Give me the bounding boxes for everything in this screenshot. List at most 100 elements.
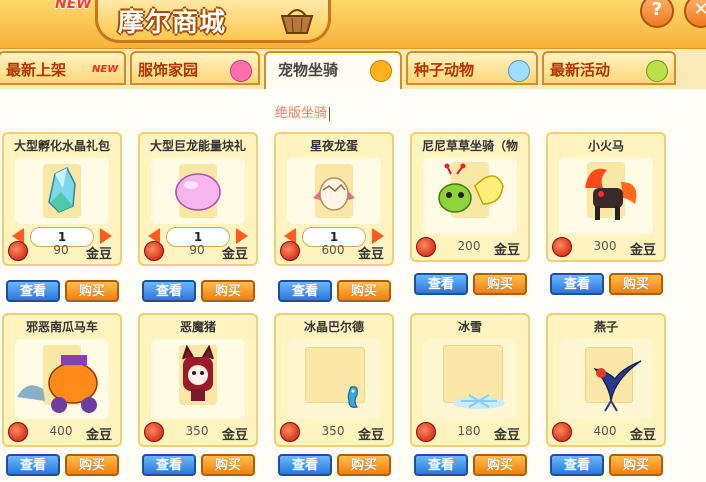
price: 600 — [321, 243, 345, 257]
view-button[interactable]: 查看 — [278, 454, 332, 476]
view-button[interactable]: 查看 — [550, 454, 604, 476]
product-name: 星夜龙蛋 — [309, 139, 358, 153]
currency-label: 金豆 — [86, 247, 113, 262]
view-button[interactable]: 查看 — [414, 273, 468, 295]
product-card: 冰晶巴尔德 350 金豆 — [274, 313, 394, 447]
view-button[interactable]: 查看 — [278, 280, 332, 302]
buy-button[interactable]: 购买 — [337, 454, 391, 476]
buy-button[interactable]: 购买 — [609, 273, 663, 295]
price-row: 90 金豆 — [6, 241, 118, 262]
demon-pig-icon — [179, 344, 217, 405]
pink-egg-icon — [175, 164, 221, 218]
currency-label: 金豆 — [494, 243, 521, 258]
product-image-box — [15, 158, 109, 224]
view-button[interactable]: 查看 — [142, 454, 196, 476]
buy-button[interactable]: 购买 — [65, 280, 119, 302]
product-image-box — [151, 339, 245, 419]
tab-seeds-animals[interactable]: 种子动物 — [406, 51, 538, 85]
product-image-box — [423, 339, 517, 419]
product-image-box — [559, 339, 653, 419]
gold-bean-icon — [144, 422, 164, 442]
product-name: 大型巨龙能量块礼 — [149, 139, 246, 153]
price-row: 600 金豆 — [278, 241, 390, 262]
price-row: 90 金豆 — [142, 241, 254, 262]
product-name: 邪恶南瓜马车 — [25, 320, 98, 334]
product-name: 恶魔猪 — [179, 320, 216, 334]
tab-pet-mounts[interactable]: 宠物坐骑 — [264, 51, 402, 89]
buy-button[interactable]: 购买 — [337, 280, 391, 302]
tab-new-arrivals[interactable]: 最新上架 NEW — [0, 51, 126, 85]
price-row: 400 金豆 — [550, 422, 662, 443]
product-image-box — [287, 339, 381, 419]
ice-seahorse-icon — [347, 386, 358, 408]
gold-bean-icon — [416, 422, 436, 442]
price: 400 — [593, 424, 617, 438]
tab-label: 宠物坐骑 — [278, 61, 339, 79]
view-button[interactable]: 查看 — [414, 454, 468, 476]
gold-bean-icon — [280, 241, 300, 261]
product-image-box — [151, 158, 245, 224]
help-button[interactable]: ? — [640, 0, 674, 28]
tab-label: 种子动物 — [414, 61, 475, 79]
view-button[interactable]: 查看 — [142, 280, 196, 302]
price-row: 350 金豆 — [278, 422, 390, 443]
category-tabs: 最新上架 NEW 服饰家园 宠物坐骑 种子动物 最新活动 — [0, 49, 706, 89]
currency-label: 金豆 — [358, 247, 385, 262]
close-button[interactable]: ✕ — [684, 0, 706, 28]
currency-label: 金豆 — [630, 243, 657, 258]
price-row: 180 金豆 — [414, 422, 526, 443]
product-card: 燕子 400 金豆 — [546, 313, 666, 447]
product-card: 恶魔猪 350 金豆 — [138, 313, 258, 447]
subtitle-text: 绝版坐骑 — [275, 106, 328, 121]
buy-button[interactable]: 购买 — [201, 280, 255, 302]
gold-bean-icon — [8, 241, 28, 261]
product-card: 大型孵化水晶礼包 1 90 金豆 — [2, 132, 122, 266]
text-caret — [329, 106, 331, 121]
pumpkin-carriage-icon — [17, 345, 98, 413]
buy-button[interactable]: 购买 — [65, 454, 119, 476]
buy-button[interactable]: 购买 — [609, 454, 663, 476]
buy-button[interactable]: 购买 — [473, 454, 527, 476]
price-row: 300 金豆 — [550, 237, 662, 258]
buy-button[interactable]: 购买 — [201, 454, 255, 476]
tab-label: 服饰家园 — [138, 61, 199, 79]
price: 300 — [593, 239, 617, 253]
currency-label: 金豆 — [222, 428, 249, 443]
paw-icon — [370, 60, 392, 82]
snowflake-icon — [453, 394, 505, 409]
product-card: 星夜龙蛋 1 600 金豆 — [274, 132, 394, 266]
tab-label: 最新上架 — [6, 61, 67, 79]
product-name: 尼尼草草坐骑（物 — [421, 139, 518, 153]
view-button[interactable]: 查看 — [6, 454, 60, 476]
view-button[interactable]: 查看 — [6, 280, 60, 302]
gold-bean-icon — [280, 422, 300, 442]
price: 90 — [189, 243, 205, 257]
product-name: 小火马 — [587, 139, 624, 153]
price-row: 400 金豆 — [6, 422, 118, 443]
new-badge-icon: NEW — [92, 64, 119, 75]
product-image-box — [15, 339, 109, 419]
butterfly-mount-icon — [438, 162, 504, 218]
shop-header: NEW 摩尔商城 ? ✕ — [0, 0, 706, 51]
product-name: 冰晶巴尔德 — [303, 320, 364, 334]
basket-icon — [280, 9, 314, 34]
buy-button[interactable]: 购买 — [473, 273, 527, 295]
blue-bubble-icon — [508, 60, 530, 82]
gold-bean-icon — [144, 241, 164, 261]
price: 400 — [49, 424, 73, 438]
product-name: 冰雪 — [457, 320, 482, 334]
gold-bean-icon — [416, 237, 436, 257]
currency-label: 金豆 — [222, 247, 249, 262]
product-image-box — [287, 158, 381, 224]
swallow-icon — [593, 360, 642, 412]
pink-gift-icon — [230, 60, 252, 82]
view-button[interactable]: 查看 — [550, 273, 604, 295]
tab-latest-events[interactable]: 最新活动 — [542, 51, 676, 85]
product-card: 邪恶南瓜马车 400 金豆 — [2, 313, 122, 447]
product-name: 燕子 — [593, 320, 618, 334]
tab-clothing-home[interactable]: 服饰家园 — [130, 51, 260, 85]
price: 90 — [53, 243, 69, 257]
gold-bean-icon — [552, 237, 572, 257]
product-card: 冰雪 180 金豆 — [410, 313, 530, 447]
currency-label: 金豆 — [358, 428, 385, 443]
